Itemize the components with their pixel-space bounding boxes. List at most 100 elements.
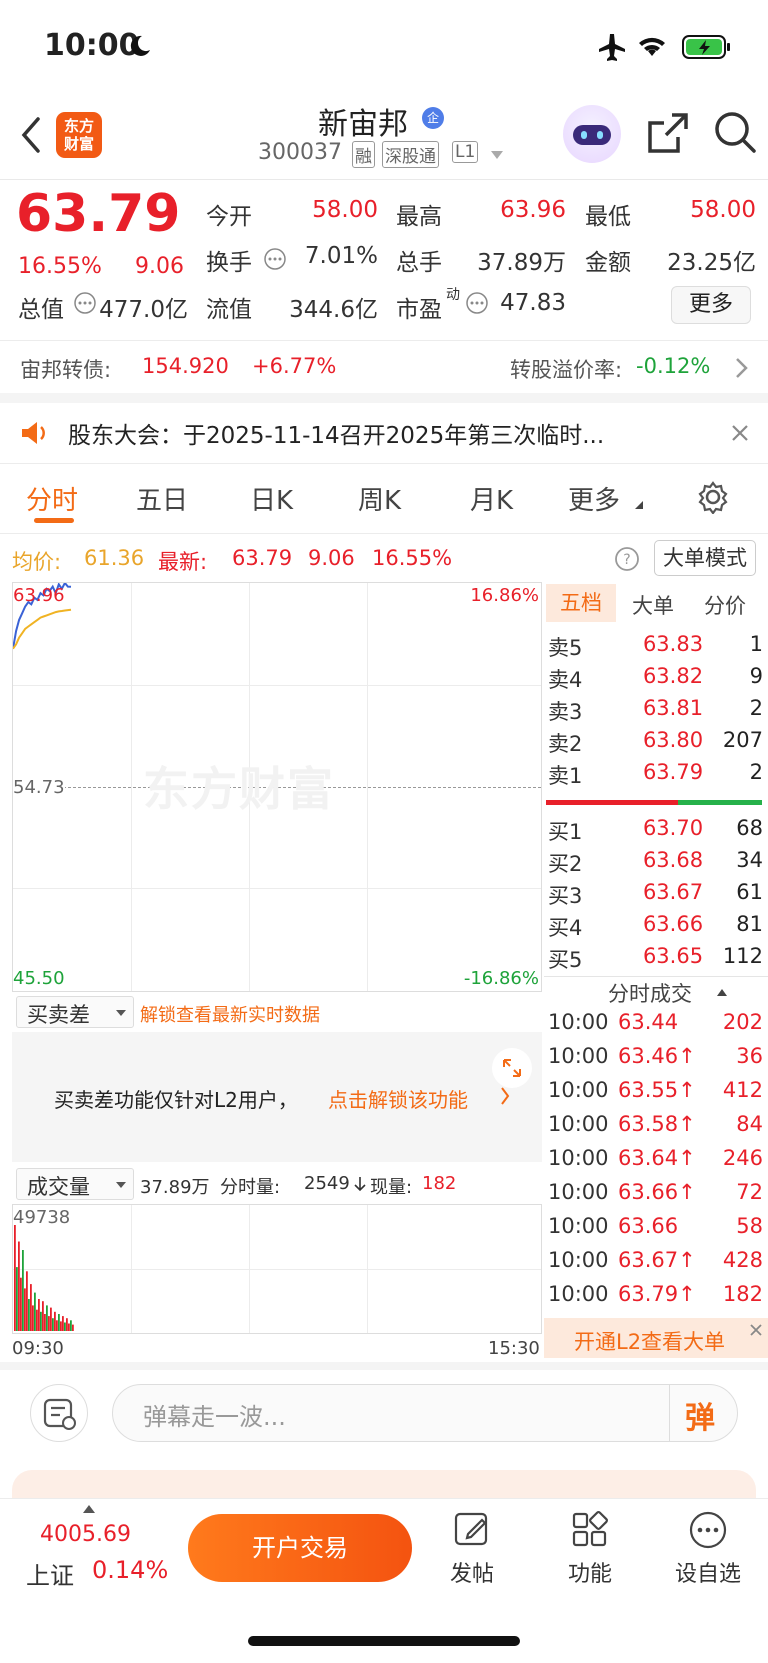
speaker-icon — [22, 422, 45, 444]
tab-price-distribution[interactable]: 分价 — [704, 590, 746, 620]
caret-up-icon[interactable] — [82, 1504, 96, 1514]
sell-ratio-bar — [546, 800, 678, 805]
volume-bar — [30, 1284, 32, 1331]
buy-level-4[interactable]: 买4 63.66 81 — [548, 912, 763, 944]
convertible-bond-row[interactable]: 宙邦转债: 154.920 +6.77% 转股溢价率: -0.12% — [0, 341, 768, 393]
volume-bar — [16, 1267, 18, 1331]
level-volume: 2 — [749, 760, 763, 784]
open-account-trade-button[interactable]: 开户交易 — [188, 1514, 412, 1582]
level-label: 卖1 — [548, 764, 583, 788]
order-book-tabs: 五档 大单 分价 — [544, 582, 768, 624]
danmu-placeholder: 弹幕走一波... — [143, 1403, 286, 1431]
sell-level-1[interactable]: 卖1 63.79 2 — [548, 760, 763, 792]
tab-five-levels[interactable]: 五档 — [546, 584, 616, 622]
expand-icon[interactable] — [492, 1048, 532, 1088]
gear-icon[interactable] — [696, 480, 730, 514]
share-icon[interactable] — [646, 111, 690, 155]
level-price: 63.68 — [642, 848, 704, 872]
danmu-input[interactable]: 弹幕走一波... 弹 — [112, 1384, 738, 1442]
info-dots-icon[interactable] — [264, 248, 286, 270]
volume-bar — [40, 1311, 42, 1331]
sell-level-3[interactable]: 卖3 63.81 2 — [548, 696, 763, 728]
nav-add-watchlist[interactable]: 设自选 — [658, 1510, 758, 1588]
spread-label: 买卖差 — [27, 1003, 90, 1027]
close-icon[interactable] — [748, 1322, 764, 1338]
volume-bar — [58, 1314, 60, 1331]
margin-tag: 融 — [352, 141, 375, 168]
sell-level-4[interactable]: 卖4 63.82 9 — [548, 664, 763, 696]
volume-bar — [34, 1292, 36, 1331]
volume-chart[interactable]: 49738 — [12, 1204, 542, 1334]
volume-bar — [44, 1314, 46, 1331]
volume-bar — [38, 1299, 40, 1331]
intraday-price-chart[interactable]: 东方财富 63.96 54.73 45.50 16.86% -16.86% — [12, 582, 542, 992]
market-cap-value: 477.0亿 — [99, 297, 188, 323]
sell-level-5[interactable]: 卖5 63.83 1 — [548, 632, 763, 664]
robot-assistant-icon[interactable] — [563, 105, 621, 163]
now-volume-value: 182 — [422, 1173, 457, 1194]
more-button[interactable]: 更多 — [671, 286, 751, 324]
buy-level-1[interactable]: 买1 63.70 68 — [548, 816, 763, 848]
section-gap — [0, 393, 768, 403]
notice-banner[interactable]: 股东大会：于2025-11-14召开2025年第三次临时... — [0, 403, 768, 463]
tab-five-day[interactable]: 五日 — [136, 480, 188, 517]
spread-dropdown[interactable]: 买卖差 — [16, 996, 134, 1028]
trades-title[interactable]: 分时成交 — [608, 978, 692, 1008]
help-icon[interactable]: ? — [614, 546, 640, 572]
latest-change: 9.06 — [308, 546, 355, 570]
bond-price: 154.920 — [142, 354, 229, 378]
level-price: 63.70 — [642, 816, 704, 840]
buy-level-2[interactable]: 买2 63.68 34 — [548, 848, 763, 880]
pe-label: 市盈 — [396, 297, 442, 323]
danmu-settings-button[interactable] — [30, 1384, 88, 1442]
buy-level-3[interactable]: 买3 63.67 61 — [548, 880, 763, 912]
danmu-settings-icon — [43, 1398, 76, 1430]
level-volume: 112 — [722, 944, 763, 968]
info-dots-icon[interactable] — [466, 292, 488, 314]
dropdown-triangle-icon[interactable] — [490, 150, 504, 160]
now-volume-label: 现量: — [370, 1177, 413, 1198]
big-order-mode-button[interactable]: 大单模式 — [654, 540, 756, 576]
tab-weekly-k[interactable]: 周K — [358, 480, 401, 517]
divider — [0, 533, 768, 534]
section-gap — [0, 1362, 768, 1370]
trade-time: 10:00 — [548, 1112, 609, 1136]
close-icon[interactable] — [730, 423, 750, 443]
level-label: 买5 — [548, 948, 583, 972]
tab-big-orders[interactable]: 大单 — [632, 590, 674, 620]
volume-dropdown[interactable]: 成交量 — [16, 1168, 134, 1200]
chevron-right-icon[interactable] — [734, 357, 750, 379]
trade-time: 10:00 — [548, 1248, 609, 1272]
caret-up-icon[interactable] — [716, 988, 728, 997]
volume-bar — [18, 1241, 20, 1331]
tab-daily-k[interactable]: 日K — [250, 480, 293, 517]
turnover-label: 换手 — [206, 250, 252, 276]
float-cap-label: 流值 — [206, 297, 252, 323]
trade-row: 10:00 63.58↑ 84 — [548, 1112, 763, 1146]
sell-level-2[interactable]: 卖2 63.80 207 — [548, 728, 763, 760]
avg-label: 均价: — [12, 550, 62, 574]
level-volume: 1 — [749, 632, 763, 656]
trade-price: 63.66↑ — [618, 1180, 696, 1204]
level-label: 买4 — [548, 916, 583, 940]
level-label: 买1 — [548, 820, 583, 844]
search-icon[interactable] — [712, 109, 758, 155]
tab-monthly-k[interactable]: 月K — [470, 480, 513, 517]
nav-functions[interactable]: 功能 — [540, 1510, 640, 1588]
danmu-send-button[interactable]: 弹 — [685, 1393, 715, 1437]
spread-unlock-link[interactable]: 解锁查看最新实时数据 — [140, 1001, 320, 1027]
back-arrow-icon[interactable] — [18, 115, 44, 155]
trade-time: 10:00 — [548, 1214, 609, 1238]
info-dots-icon[interactable] — [74, 292, 96, 314]
tab-more[interactable]: 更多 — [568, 480, 620, 517]
trade-row: 10:00 63.66↑ 72 — [548, 1180, 763, 1214]
spread-unlock-button[interactable]: 点击解锁该功能 — [328, 1084, 468, 1113]
more-circle-icon — [689, 1511, 727, 1549]
l2-upsell-banner[interactable]: 开通L2查看大单 — [544, 1318, 768, 1358]
app-logo[interactable]: 东方 财富 — [56, 112, 102, 158]
volume-header: 成交量 37.89万 分时量: 2549 现量: 182 — [12, 1166, 542, 1202]
nav-post[interactable]: 发帖 — [422, 1510, 522, 1588]
tab-intraday[interactable]: 分时 — [26, 480, 78, 517]
period-volume-label: 分时量: — [220, 1177, 281, 1198]
buy-level-5[interactable]: 买5 63.65 112 — [548, 944, 763, 976]
